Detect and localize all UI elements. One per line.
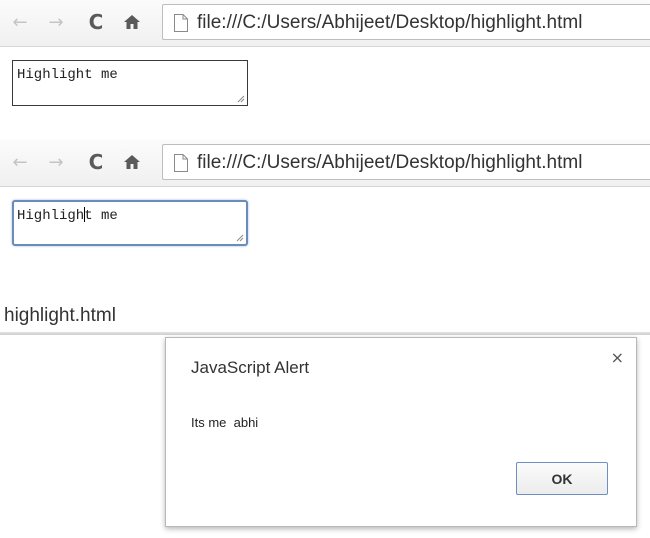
resize-grip-icon[interactable]	[237, 95, 245, 103]
address-bar[interactable]: file:///C:/Users/Abhijeet/Desktop/highli…	[162, 4, 650, 40]
highlight-textarea-1[interactable]: Highlight me	[12, 60, 248, 106]
ok-button[interactable]: OK	[516, 462, 608, 495]
tab-title: highlight.html	[4, 305, 116, 326]
url-text: file:///C:/Users/Abhijeet/Desktop/highli…	[197, 152, 583, 173]
close-icon[interactable]: ×	[611, 348, 624, 367]
url-text: file:///C:/Users/Abhijeet/Desktop/highli…	[197, 12, 583, 33]
back-button[interactable]: ←	[8, 8, 32, 36]
reload-button[interactable]: C	[84, 148, 108, 176]
reload-icon: C	[88, 150, 104, 174]
resize-grip-icon[interactable]	[236, 234, 244, 242]
screenshot-canvas: ← → C file:///C:/Users/Abhijeet/Desktop/…	[0, 0, 650, 538]
textarea-text-before-caret: Highligh	[17, 208, 85, 224]
home-icon	[124, 155, 140, 169]
alert-message: Its me abhi	[191, 415, 259, 430]
arrow-left-icon: ←	[12, 151, 28, 173]
back-button[interactable]: ←	[8, 148, 32, 176]
alert-title: JavaScript Alert	[191, 358, 310, 377]
forward-button[interactable]: →	[44, 8, 68, 36]
home-button[interactable]	[120, 148, 144, 176]
arrow-right-icon: →	[48, 11, 64, 33]
reload-button[interactable]: C	[84, 8, 108, 36]
highlight-textarea-2[interactable]: Highlight me	[12, 200, 248, 246]
javascript-alert-dialog: JavaScript Alert × Its me abhi OK	[165, 337, 637, 527]
arrow-left-icon: ←	[12, 11, 28, 33]
textarea-text-after-caret: t me	[84, 208, 118, 224]
page-icon	[174, 14, 188, 32]
reload-icon: C	[88, 10, 104, 34]
home-icon	[124, 15, 140, 29]
divider	[0, 332, 650, 335]
browser-toolbar-2: ← → C file:///C:/Users/Abhijeet/Desktop/…	[0, 140, 650, 187]
forward-button[interactable]: →	[44, 148, 68, 176]
browser-toolbar-1: ← → C file:///C:/Users/Abhijeet/Desktop/…	[0, 0, 650, 47]
textarea-text: Highlight me	[17, 67, 118, 83]
arrow-right-icon: →	[48, 151, 64, 173]
address-bar[interactable]: file:///C:/Users/Abhijeet/Desktop/highli…	[162, 144, 650, 180]
page-icon	[174, 154, 188, 172]
home-button[interactable]	[120, 8, 144, 36]
